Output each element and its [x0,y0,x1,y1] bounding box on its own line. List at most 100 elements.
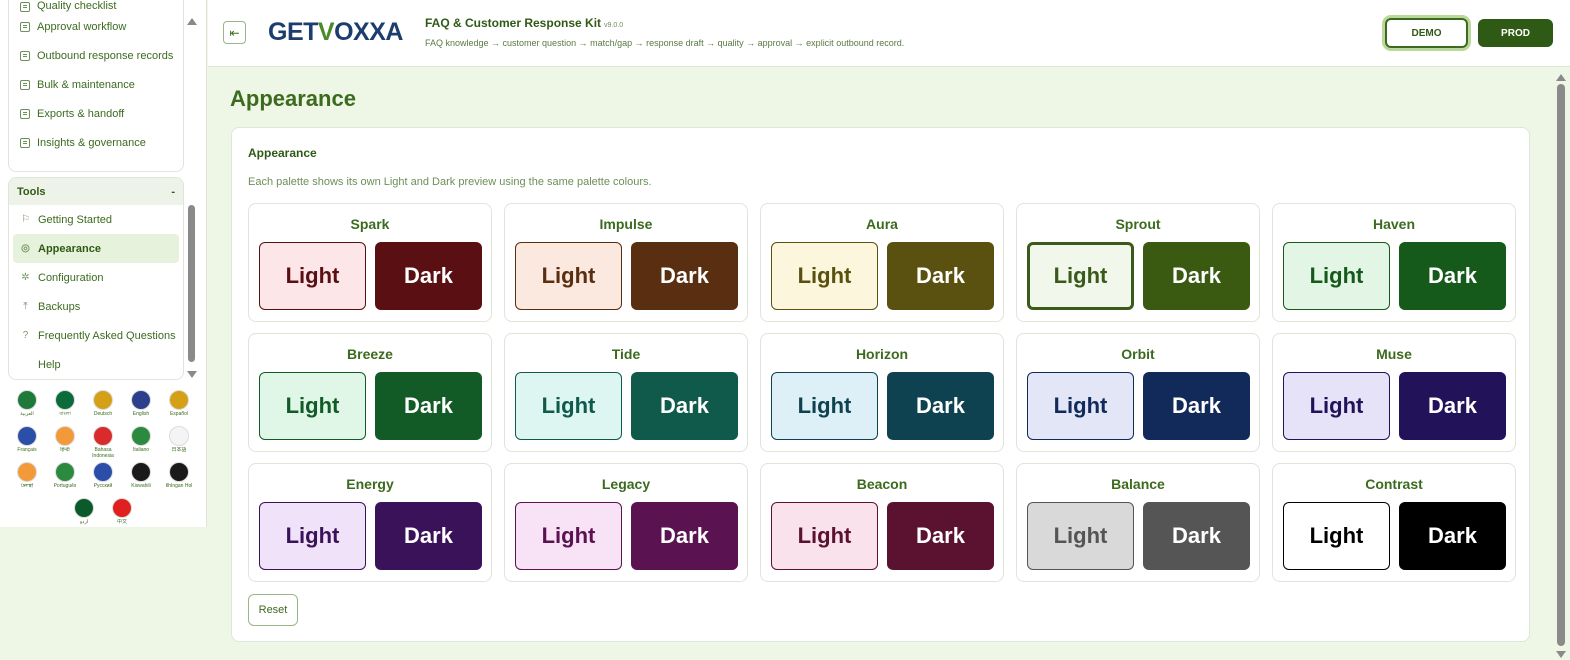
palette-dark-button[interactable]: Dark [1399,372,1506,440]
prod-button[interactable]: PROD [1478,19,1553,47]
language-option[interactable]: Français [12,426,43,459]
palette-name: Impulse [599,216,653,232]
palette-light-button[interactable]: Light [515,372,622,440]
sidebar-item-label: Getting Started [38,213,112,226]
sidebar-scrollbar[interactable] [186,14,198,380]
language-option[interactable]: Русский [88,462,119,495]
document-icon [20,79,30,90]
palette-light-button[interactable]: Light [771,502,878,570]
language-option[interactable]: العربية [12,390,43,423]
palette-light-button[interactable]: Light [259,502,366,570]
palette-light-button[interactable]: Light [1027,502,1134,570]
palette-light-button[interactable]: Light [515,502,622,570]
sidebar-item-configuration[interactable]: ✲ Configuration [9,263,183,292]
language-label: tlhIngan Hol [165,483,193,489]
language-option[interactable]: tlhIngan Hol [164,462,195,495]
sidebar-item-insights-governance[interactable]: Insights & governance [9,128,183,157]
flag-icon [169,390,189,410]
palette-dark-button[interactable]: Dark [887,372,994,440]
palette-dark-button[interactable]: Dark [375,242,482,310]
palette-dark-button[interactable]: Dark [1399,242,1506,310]
palette-light-button[interactable]: Light [1027,372,1134,440]
sidebar-item-getting-started[interactable]: ⚐ Getting Started [9,205,183,234]
sidebar-item-help[interactable]: Help [9,350,183,379]
flag-icon [93,390,113,410]
flag-icon [17,390,37,410]
sidebar-item-backups[interactable]: ⤒ Backups [9,292,183,321]
palette-dark-button[interactable]: Dark [375,372,482,440]
sidebar-item-appearance[interactable]: ◎ Appearance [13,234,179,263]
scroll-up-icon[interactable] [1556,74,1566,81]
palette-name: Balance [1111,476,1165,492]
sidebar-item-faq[interactable]: ? Frequently Asked Questions [9,321,183,350]
palette-light-button[interactable]: Light [771,242,878,310]
scrollbar-thumb[interactable] [1557,84,1565,646]
language-row: Français हिन्दी Bahasa Indonesia Italiano 日本… [8,426,198,459]
scroll-down-icon[interactable] [187,371,197,378]
scrollbar-thumb[interactable] [188,205,195,362]
palette-light-button[interactable]: Light [515,242,622,310]
sidebar-item-bulk-maintenance[interactable]: Bulk & maintenance [9,70,183,99]
sidebar-item-quality-checklist[interactable]: Quality checklist [9,0,183,12]
palette-light-button[interactable]: Light [259,372,366,440]
palette-dark-button[interactable]: Dark [631,502,738,570]
palette-dark-button[interactable]: Dark [1143,242,1250,310]
language-option[interactable]: 日本語 [164,426,195,459]
flag-icon [17,426,37,446]
palette-dark-button[interactable]: Dark [887,502,994,570]
sidebar-item-outbound-records[interactable]: Outbound response records [9,41,183,70]
palette-grid: Spark Light Dark Impulse Light Dark Aura Light D… [248,203,1516,582]
palette-light-button[interactable]: Light [259,242,366,310]
sidebar-item-label: Bulk & maintenance [37,78,135,91]
palette-dark-button[interactable]: Dark [1143,372,1250,440]
palette-light-button[interactable]: Light [1283,372,1390,440]
reset-button[interactable]: Reset [248,594,298,626]
palette-light-button[interactable]: Light [1283,242,1390,310]
language-option[interactable]: ਪੰਜਾਬੀ [12,462,43,495]
palette-dark-button[interactable]: Dark [375,502,482,570]
language-option[interactable]: Deutsch [88,390,119,423]
palette-dark-button[interactable]: Dark [631,372,738,440]
language-option[interactable]: Italiano [126,426,157,459]
main-scrollbar[interactable] [1555,70,1567,660]
demo-button[interactable]: DEMO [1385,18,1468,48]
palette-card-tide: Tide Light Dark [504,333,748,452]
collapse-icon[interactable]: - [171,186,175,198]
palette-name: Contrast [1365,476,1423,492]
palette-name: Tide [611,346,641,362]
palette-dark-button[interactable]: Dark [1399,502,1506,570]
document-icon [20,108,30,119]
language-option[interactable]: Bahasa Indonesia [88,426,119,459]
language-option[interactable]: বাংলা [50,390,81,423]
palette-dark-button[interactable]: Dark [631,242,738,310]
palette-dark-button[interactable]: Dark [887,242,994,310]
scroll-down-icon[interactable] [1556,651,1566,658]
language-label: Português [53,483,77,489]
palette-light-button[interactable]: Light [771,372,878,440]
sidebar-item-approval-workflow[interactable]: Approval workflow [9,12,183,41]
palette-light-button[interactable]: Light [1283,502,1390,570]
appearance-card: Appearance Each palette shows its own Li… [231,127,1530,642]
language-option[interactable]: Kiswahili [126,462,157,495]
sidebar-item-exports-handoff[interactable]: Exports & handoff [9,99,183,128]
sidebar-toggle-button[interactable]: ⇤ [223,21,246,44]
language-option[interactable]: Português [50,462,81,495]
flag-icon [55,426,75,446]
palette-light-button[interactable]: Light [1027,242,1134,310]
flag-icon [93,426,113,446]
language-label: Bahasa Indonesia [92,447,114,459]
palette-card-muse: Muse Light Dark [1272,333,1516,452]
tools-header[interactable]: Tools - [9,178,183,205]
language-option[interactable]: English [126,390,157,423]
scroll-up-icon[interactable] [187,18,197,25]
language-option[interactable]: اردو [69,498,100,531]
flag-icon: ⚐ [21,214,30,225]
language-option[interactable]: 中文 [107,498,138,531]
palette-card-aura: Aura Light Dark [760,203,1004,322]
language-option[interactable]: Español [164,390,195,423]
language-row: اردو 中文 [8,498,198,531]
document-icon [20,137,30,148]
language-option[interactable]: हिन्दी [50,426,81,459]
palette-dark-button[interactable]: Dark [1143,502,1250,570]
language-label: العربية [20,411,34,417]
